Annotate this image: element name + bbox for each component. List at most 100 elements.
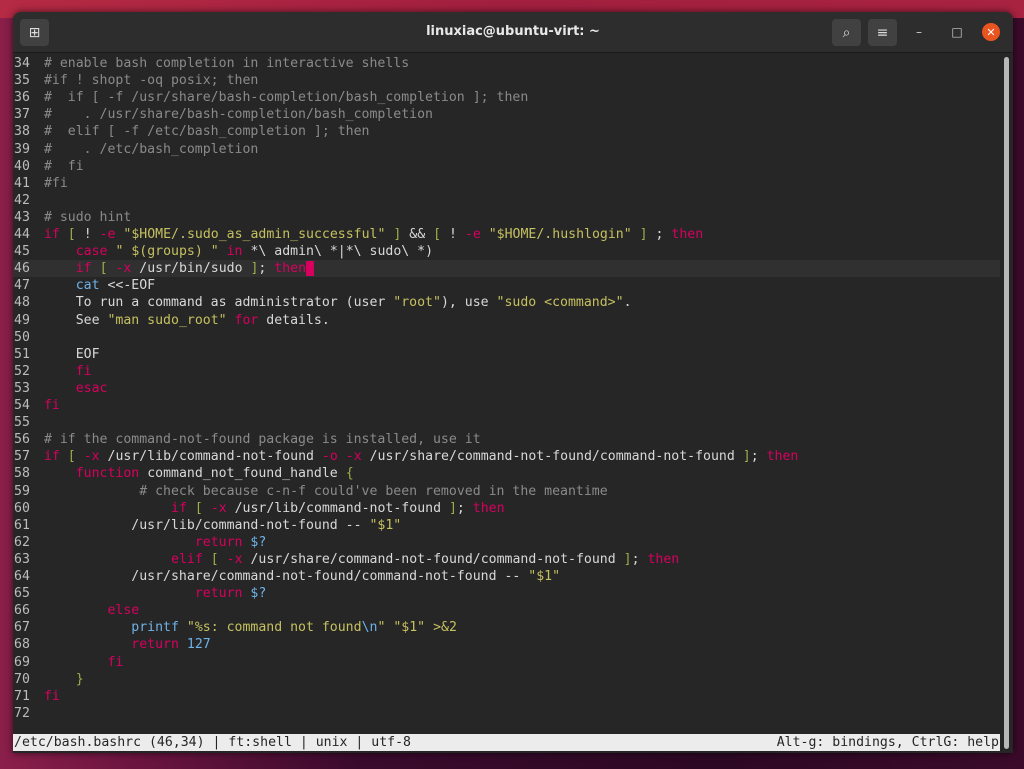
code-line[interactable]: 52 fi bbox=[13, 363, 1000, 380]
code-line[interactable]: 56 # if the command-not-found package is… bbox=[13, 431, 1000, 448]
token-text: To run a command as administrator (user bbox=[43, 295, 394, 311]
line-number: 42 bbox=[14, 192, 30, 208]
line-code: fi bbox=[36, 655, 123, 670]
token-str: "man sudo_root" bbox=[107, 312, 227, 328]
token-cmd: cat bbox=[75, 278, 100, 294]
code-line[interactable]: 71 fi bbox=[13, 688, 1000, 705]
token-text: /usr/lib/command-not-found bbox=[226, 500, 449, 516]
token-kw: fi bbox=[107, 654, 124, 670]
code-line[interactable]: 51 EOF bbox=[13, 346, 1000, 363]
code-line[interactable]: 48 To run a command as administrator (us… bbox=[13, 294, 1000, 311]
code-line[interactable]: 40 # fi bbox=[13, 158, 1000, 175]
code-line[interactable]: 53 esac bbox=[13, 380, 1000, 397]
line-code: if [ -x /usr/lib/command-not-found -o -x… bbox=[36, 449, 798, 464]
code-line[interactable]: 59 # check because c-n-f could've been r… bbox=[13, 483, 1000, 500]
token-text: command_not_found_handle bbox=[139, 466, 346, 482]
line-number: 57 bbox=[14, 449, 30, 465]
code-line[interactable]: 64 /usr/share/command-not-found/command-… bbox=[13, 568, 1000, 585]
code-line[interactable]: 61 /usr/lib/command-not-found -- "$1" bbox=[13, 517, 1000, 534]
token-opt: -e bbox=[464, 227, 481, 242]
line-number: 71 bbox=[14, 688, 30, 704]
code-line[interactable]: 66 else bbox=[13, 602, 1000, 619]
code-line[interactable]: 70 } bbox=[13, 671, 1000, 688]
code-line[interactable]: 67 printf "%s: command not found\n" "$1"… bbox=[13, 619, 1000, 636]
token-var: \n bbox=[361, 620, 378, 636]
code-line[interactable]: 72 bbox=[13, 705, 1000, 722]
code-line[interactable]: 35 #if ! shopt -oq posix; then bbox=[13, 72, 1000, 89]
code-line[interactable]: 43 # sudo hint bbox=[13, 209, 1000, 226]
token-kw: fi bbox=[75, 363, 92, 379]
code-line[interactable]: 62 return $? bbox=[13, 534, 1000, 551]
menu-button[interactable]: ≡ bbox=[868, 19, 897, 46]
line-code: return 127 bbox=[36, 637, 210, 652]
token-str: >&2 bbox=[433, 620, 457, 636]
code-line[interactable]: 68 return 127 bbox=[13, 636, 1000, 653]
token-brk: [ bbox=[210, 551, 219, 567]
minimize-button[interactable]: – bbox=[910, 23, 928, 41]
code-line[interactable]: 60 if [ -x /usr/lib/command-not-found ];… bbox=[13, 500, 1000, 517]
code-line[interactable]: 44 if [ ! -e "$HOME/.sudo_as_admin_succe… bbox=[13, 226, 1000, 243]
code-line[interactable]: 50 bbox=[13, 329, 1000, 346]
line-code: esac bbox=[36, 381, 108, 396]
token-var: $? bbox=[250, 534, 267, 550]
line-code: if [ -x /usr/bin/sudo ]; then bbox=[36, 261, 315, 277]
line-number: 72 bbox=[14, 705, 30, 721]
line-code: # elif [ -f /etc/bash_completion ]; then bbox=[36, 124, 370, 139]
code-line[interactable]: 54 fi bbox=[13, 397, 1000, 414]
code-line[interactable]: 36 # if [ -f /usr/share/bash-completion/… bbox=[13, 89, 1000, 106]
code-line[interactable]: 57 if [ -x /usr/lib/command-not-found -o… bbox=[13, 448, 1000, 465]
token-opt: -x bbox=[83, 449, 100, 465]
maximize-icon: □ bbox=[951, 25, 963, 39]
code-line[interactable]: 39 # . /etc/bash_completion bbox=[13, 141, 1000, 158]
line-code: To run a command as administrator (user … bbox=[36, 295, 632, 310]
current-code-line[interactable]: 46 if [ -x /usr/bin/sudo ]; then bbox=[13, 260, 1000, 278]
token-text: ; bbox=[456, 500, 473, 516]
maximize-button[interactable]: □ bbox=[948, 23, 966, 41]
token-brk: [ bbox=[433, 227, 442, 242]
token-str: "$1" bbox=[528, 569, 561, 584]
code-line[interactable]: 58 function command_not_found_handle { bbox=[13, 465, 1000, 482]
line-code: } bbox=[36, 672, 84, 687]
token-kw: else bbox=[107, 603, 140, 619]
code-line[interactable]: 69 fi bbox=[13, 654, 1000, 671]
code-line[interactable]: 63 elif [ -x /usr/share/command-not-foun… bbox=[13, 551, 1000, 568]
code-line[interactable]: 34 # enable bash completion in interacti… bbox=[13, 55, 1000, 72]
code-line[interactable]: 37 # . /usr/share/bash-completion/bash_c… bbox=[13, 106, 1000, 123]
token-text: /usr/lib/command-not-found bbox=[99, 449, 322, 465]
code-line[interactable]: 42 bbox=[13, 192, 1000, 209]
scrollbar[interactable] bbox=[1001, 53, 1013, 753]
search-button[interactable]: ⌕ bbox=[832, 19, 861, 46]
line-code: # . /usr/share/bash-completion/bash_comp… bbox=[36, 107, 433, 122]
code-line[interactable]: 47 cat <<-EOF bbox=[13, 277, 1000, 294]
token-kw: case bbox=[75, 244, 108, 260]
token-kw: then bbox=[671, 227, 704, 242]
code-line[interactable]: 38 # elif [ -f /etc/bash_completion ]; t… bbox=[13, 123, 1000, 140]
line-number: 35 bbox=[14, 73, 30, 89]
code-line[interactable]: 45 case " $(groups) " in *\ admin\ *|*\ … bbox=[13, 243, 1000, 260]
editor-text-area[interactable]: 34 # enable bash completion in interacti… bbox=[13, 53, 1000, 753]
line-number: 55 bbox=[14, 415, 30, 431]
line-number: 65 bbox=[14, 586, 30, 602]
line-code: # check because c-n-f could've been remo… bbox=[36, 484, 607, 499]
code-line[interactable]: 41 #fi bbox=[13, 175, 1000, 192]
line-number: 50 bbox=[14, 329, 30, 345]
code-line[interactable]: 49 See "man sudo_root" for details. bbox=[13, 312, 1000, 329]
close-button[interactable]: ✕ bbox=[982, 23, 1000, 41]
code-line[interactable]: 65 return $? bbox=[13, 585, 1000, 602]
text-cursor bbox=[306, 261, 315, 277]
token-kw: if bbox=[43, 227, 60, 242]
scrollbar-thumb[interactable] bbox=[1004, 57, 1009, 749]
code-line[interactable]: 55 bbox=[13, 414, 1000, 431]
token-text: /usr/share/command-not-found/command-not… bbox=[43, 569, 529, 584]
line-number: 54 bbox=[14, 398, 30, 413]
